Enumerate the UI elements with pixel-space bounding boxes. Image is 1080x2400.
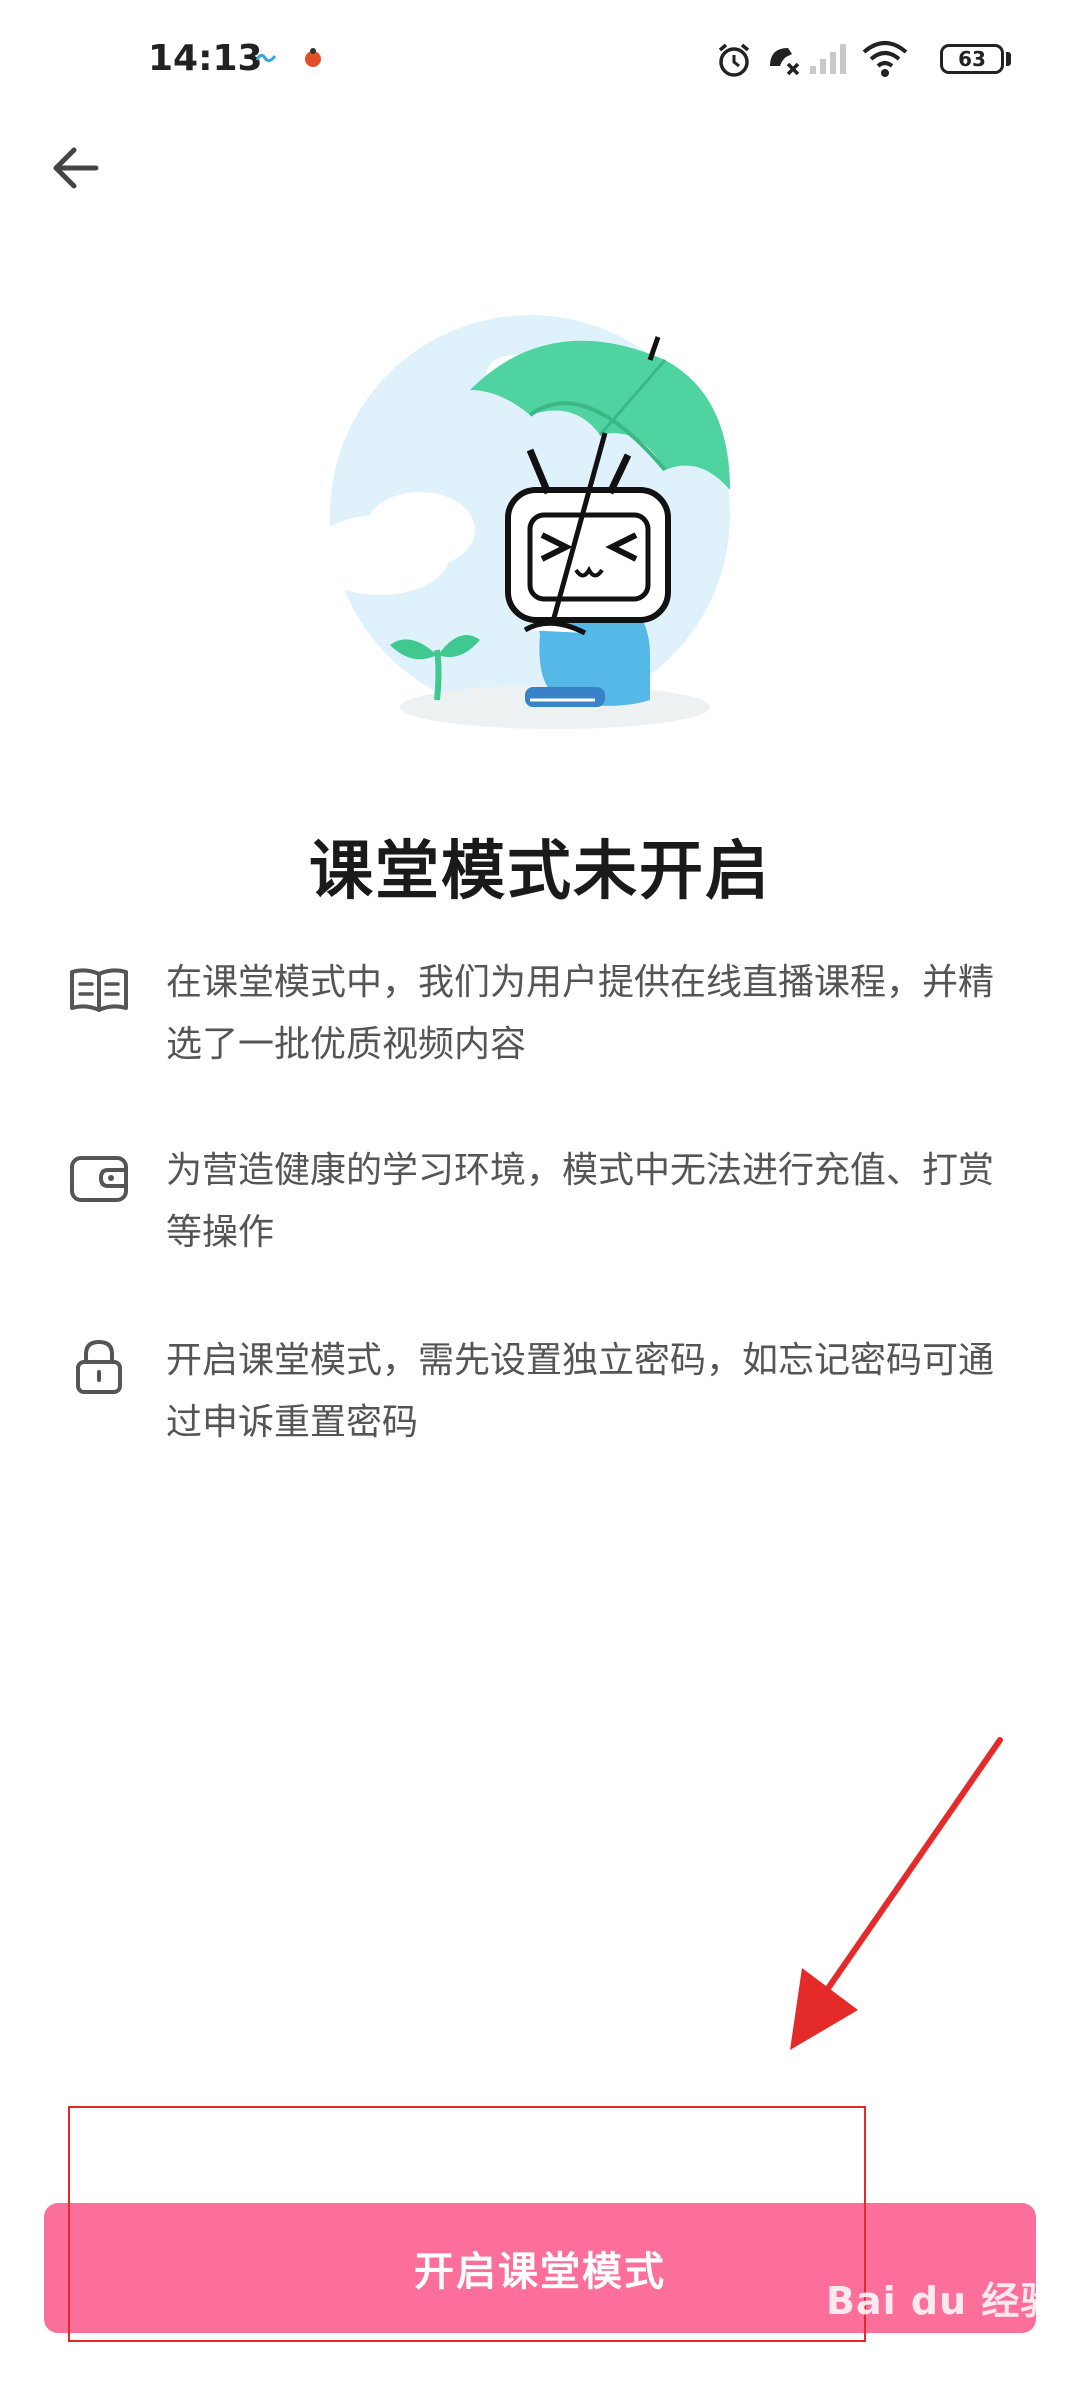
wallet-icon (70, 1156, 128, 1202)
status-bar: 14:13 63 (0, 0, 1080, 120)
feature-text: 开启课堂模式，需先设置独立密码，如忘记密码可通过申诉重置密码 (166, 1340, 995, 1443)
notification-icon-1 (256, 53, 276, 63)
back-button[interactable] (46, 136, 110, 200)
feature-text: 在课堂模式中，我们为用户提供在线直播课程，并精选了一批优质视频内容 (166, 962, 995, 1065)
signal-icon (810, 44, 846, 74)
call-muted-icon (770, 48, 800, 76)
battery-level: 63 (958, 47, 986, 71)
page-title: 课堂模式未开启 (309, 835, 771, 909)
book-icon (70, 968, 128, 1012)
wifi-icon (862, 41, 908, 77)
annotation-arrow (790, 1737, 1003, 2050)
arrow-left-icon (53, 147, 99, 189)
alarm-icon (718, 43, 750, 77)
watermark-logo: Bai du 经验 (826, 2279, 1060, 2323)
bilibili-mascot-umbrella-illustration (330, 315, 730, 729)
notification-icon-2 (305, 48, 321, 67)
battery-icon: 63 (940, 44, 1004, 74)
lock-icon (76, 1339, 122, 1394)
watermark-url: jingyan.baidu.com (848, 2340, 1015, 2361)
battery-tip (1006, 52, 1011, 66)
status-time: 14:13 (148, 38, 263, 79)
feature-text: 为营造健康的学习环境，模式中无法进行充值、打赏等操作 (166, 1150, 995, 1253)
